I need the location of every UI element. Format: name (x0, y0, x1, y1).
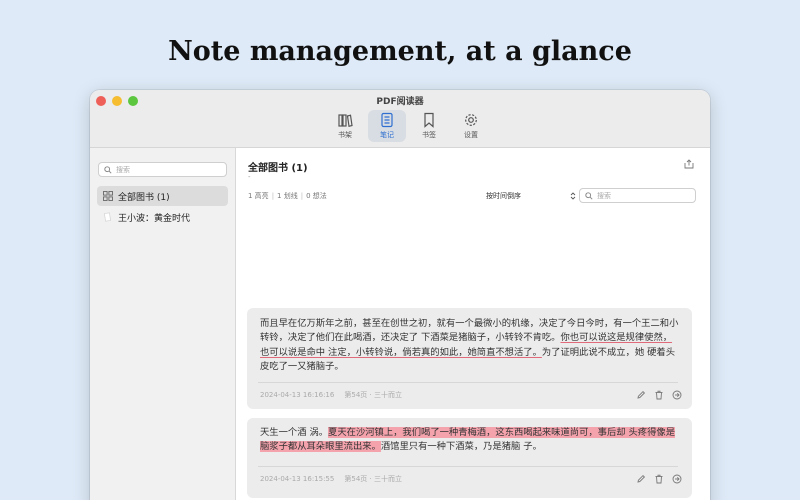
page-subtitle: - (248, 173, 251, 181)
tab-bookmarks[interactable]: 书签 (410, 110, 448, 142)
note-text: 天生一个酒 涡。夏天在沙河镇上，我们喝了一种青梅酒，这东西喝起来味道尚可，事后却… (260, 426, 680, 455)
underline-count: 1 划线 (277, 192, 298, 200)
grid-icon (103, 191, 113, 201)
note-stats: 1 高亮 | 1 划线 | 0 想法 (248, 191, 327, 201)
sidebar-search[interactable] (98, 162, 227, 177)
bookmark-icon (424, 112, 434, 128)
note-card[interactable]: 天生一个酒 涡。夏天在沙河镇上，我们喝了一种青梅酒，这东西喝起来味道尚可，事后却… (247, 418, 692, 498)
app-window: PDF阅读器 书架 笔记 书签 设置 搜索 全部图书 (1) 王小波：黄金时代 … (90, 90, 710, 500)
search-icon (104, 165, 112, 174)
arrow-right-circle-icon[interactable] (672, 474, 682, 484)
sidebar-item-book[interactable]: 王小波：黄金时代 (97, 207, 228, 227)
note-plain-text: 天生一个酒 涡。 (260, 427, 329, 438)
note-date: 2024-04-13 16:16:16 (260, 391, 335, 399)
headline: Note management, at a glance (168, 36, 632, 67)
highlight-count: 1 高亮 (248, 192, 269, 200)
stats-separator: | (300, 192, 304, 200)
note-meta: 2024-04-13 16:16:16 第54页 · 三十而立 (260, 390, 402, 400)
main-panel: 全部图书 (1) - 1 高亮|1 划线|0 想法 按时间倒序 而且早在亿万斯年… (237, 148, 710, 500)
sort-label: 按时间倒序 (486, 192, 521, 200)
sidebar-item-all-books[interactable]: 全部图书 (1) (97, 186, 228, 206)
note-location: 第54页 · 三十而立 (344, 391, 402, 399)
notes-search-input[interactable] (597, 191, 687, 200)
tab-settings[interactable]: 设置 (452, 110, 490, 142)
page-title: 全部图书 (1) (248, 163, 308, 174)
tab-settings-label: 设置 (464, 131, 478, 139)
tab-bookshelf[interactable]: 书架 (326, 110, 364, 142)
tab-bookmarks-label: 书签 (422, 131, 436, 139)
pencil-icon[interactable] (636, 474, 646, 484)
pencil-icon[interactable] (636, 390, 646, 400)
thought-count: 0 想法 (306, 192, 327, 200)
books-icon (338, 114, 353, 128)
updown-chevron-icon (570, 192, 576, 200)
stats-separator: | (271, 192, 275, 200)
note-plain-text: 酒馆里只有一种下酒菜，乃是猪脑 子。 (380, 441, 542, 453)
card-divider (258, 382, 678, 383)
window-title: PDF阅读器 (376, 97, 424, 107)
note-icon (381, 112, 393, 128)
gear-icon (465, 114, 477, 126)
tab-notes[interactable]: 笔记 (368, 110, 406, 142)
sidebar-item-label: 王小波：黄金时代 (118, 213, 191, 224)
tab-notes-label: 笔记 (380, 131, 394, 139)
note-card[interactable]: 而且早在亿万斯年之前，甚至在创世之初，就有一个最微小的机缘，决定了今日今时，有一… (247, 308, 692, 409)
book-icon (104, 212, 111, 222)
tab-bookshelf-label: 书架 (338, 131, 352, 139)
arrow-right-circle-icon[interactable] (672, 390, 682, 400)
note-meta: 2024-04-13 16:15:55 第54页 · 三十而立 (260, 474, 402, 484)
sort-dropdown[interactable]: 按时间倒序 (486, 189, 576, 203)
note-actions (636, 474, 682, 484)
search-icon (585, 191, 593, 200)
sidebar: 全部图书 (1) 王小波：黄金时代 (90, 148, 236, 500)
sidebar-item-label: 全部图书 (1) (118, 192, 170, 203)
note-date: 2024-04-13 16:15:55 (260, 475, 335, 483)
sidebar-search-input[interactable] (116, 165, 216, 174)
note-actions (636, 390, 682, 400)
note-location: 第54页 · 三十而立 (344, 475, 402, 483)
export-icon[interactable] (684, 159, 694, 169)
trash-icon[interactable] (654, 390, 664, 400)
note-text: 而且早在亿万斯年之前，甚至在创世之初，就有一个最微小的机缘，决定了今日今时，有一… (260, 317, 680, 374)
trash-icon[interactable] (654, 474, 664, 484)
notes-search[interactable] (579, 188, 696, 203)
main-toolbar: 书架 笔记 书签 设置 (326, 110, 490, 142)
card-divider (258, 466, 678, 467)
titlebar: PDF阅读器 书架 笔记 书签 设置 (90, 90, 710, 148)
